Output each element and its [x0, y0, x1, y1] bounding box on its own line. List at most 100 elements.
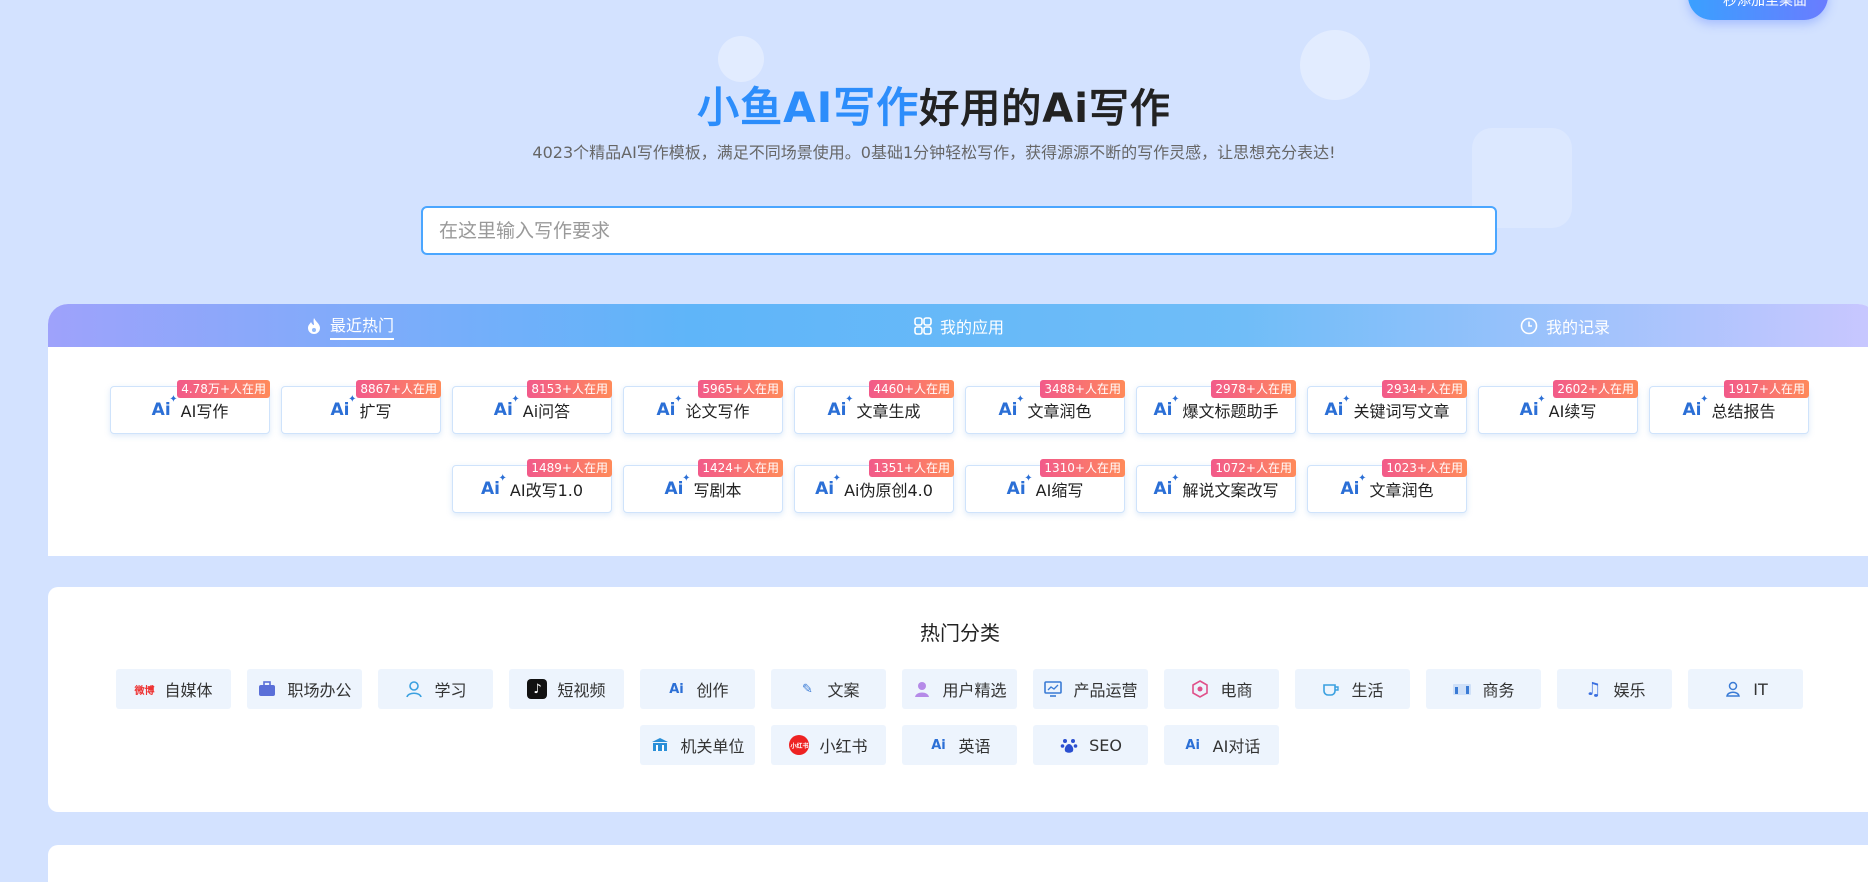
category-english[interactable]: Ai 英语	[902, 725, 1017, 765]
briefcase-icon	[257, 679, 277, 699]
category-it[interactable]: IT	[1688, 669, 1803, 709]
search-input[interactable]	[421, 206, 1497, 255]
usage-badge: 2602+人在用	[1553, 380, 1638, 398]
usage-badge: 1072+人在用	[1211, 459, 1296, 477]
category-label: AI对话	[1212, 737, 1261, 756]
ai-icon: Ai ✦	[330, 394, 357, 420]
category-study[interactable]: 学习	[378, 669, 493, 709]
ai-icon: Ai ✦	[151, 394, 178, 420]
category-ecommerce[interactable]: 电商	[1164, 669, 1279, 709]
category-label: SEO	[1089, 735, 1122, 755]
app-card[interactable]: Ai ✦ 解说文案改写 1072+人在用	[1136, 459, 1296, 513]
category-label: 电商	[1220, 681, 1253, 700]
app-card[interactable]: Ai ✦ 扩写 8867+人在用	[281, 380, 441, 434]
usage-badge: 5965+人在用	[698, 380, 783, 398]
app-card[interactable]: Ai ✦ Ai伪原创4.0 1351+人在用	[794, 459, 954, 513]
ai-icon: Ai ✦	[827, 394, 854, 420]
tab-my-apps[interactable]: 我的应用	[914, 304, 1004, 347]
tab-my-records[interactable]: 我的记录	[1520, 304, 1610, 347]
app-label: Ai问答	[522, 402, 571, 421]
app-panel: 最近热门 我的应用 我的记录 Ai ✦ AI写作 4.78万+人在用 Ai ✦ 扩写 886…	[48, 304, 1868, 556]
app-card[interactable]: Ai ✦ AI续写 2602+人在用	[1478, 380, 1638, 434]
ai-icon: Ai ✦	[1340, 473, 1367, 499]
category-short-video[interactable]: ♪ 短视频	[509, 669, 624, 709]
category-panel: 热门分类 微博 自媒体 职场办公 学习 ♪ 短视频 Ai 创作 ✎ 文案 用户精选 产品…	[48, 587, 1868, 812]
app-card[interactable]: Ai ✦ Ai问答 8153+人在用	[452, 380, 612, 434]
app-label: 文章生成	[856, 402, 921, 421]
category-office[interactable]: 职场办公	[247, 669, 362, 709]
app-label: 扩写	[359, 402, 392, 421]
category-label: 生活	[1351, 681, 1384, 700]
category-label: 用户精选	[942, 681, 1007, 700]
usage-badge: 4460+人在用	[869, 380, 954, 398]
usage-badge: 8153+人在用	[527, 380, 612, 398]
category-ai-chat[interactable]: Ai AI对话	[1164, 725, 1279, 765]
app-card[interactable]: Ai ✦ 论文写作 5965+人在用	[623, 380, 783, 434]
category-creation[interactable]: Ai 创作	[640, 669, 755, 709]
usage-badge: 4.78万+人在用	[177, 380, 270, 398]
category-life[interactable]: 生活	[1295, 669, 1410, 709]
add-to-desktop-button[interactable]: 一秒添加至桌面	[1688, 0, 1828, 20]
category-seo[interactable]: SEO	[1033, 725, 1148, 765]
app-card[interactable]: Ai ✦ 文章润色 3488+人在用	[965, 380, 1125, 434]
ai-icon: Ai	[931, 737, 946, 753]
app-label: 文章润色	[1027, 402, 1092, 421]
category-label: 自媒体	[164, 681, 213, 700]
category-label: 商务	[1482, 681, 1515, 700]
usage-badge: 1424+人在用	[698, 459, 783, 477]
ai-icon: Ai ✦	[998, 394, 1025, 420]
usage-badge: 8867+人在用	[356, 380, 441, 398]
usage-badge: 1351+人在用	[869, 459, 954, 477]
ai-icon: Ai ✦	[480, 473, 507, 499]
app-label: 总结报告	[1711, 402, 1776, 421]
ai-icon: Ai ✦	[1153, 394, 1180, 420]
ai-icon: Ai ✦	[1682, 394, 1709, 420]
category-xiaohongshu[interactable]: 小红书 小红书	[771, 725, 886, 765]
app-card[interactable]: Ai ✦ AI缩写 1310+人在用	[965, 459, 1125, 513]
app-card[interactable]: Ai ✦ 总结报告 1917+人在用	[1649, 380, 1809, 434]
category-business[interactable]: 商务	[1426, 669, 1541, 709]
tab-label: 我的记录	[1546, 317, 1611, 337]
app-card[interactable]: Ai ✦ 文章润色 1023+人在用	[1307, 459, 1467, 513]
grid-icon	[914, 316, 932, 335]
category-user-picks[interactable]: 用户精选	[902, 669, 1017, 709]
clock-icon	[1520, 317, 1538, 334]
app-label: 关键词写文章	[1353, 402, 1450, 421]
tab-bar: 最近热门 我的应用 我的记录	[48, 304, 1868, 347]
category-label: 产品运营	[1073, 681, 1138, 700]
app-label: 文章润色	[1369, 481, 1434, 500]
title-slogan: 好用的Ai写作	[919, 86, 1171, 132]
app-card[interactable]: Ai ✦ 爆文标题助手 2978+人在用	[1136, 380, 1296, 434]
tab-label: 最近热门	[330, 312, 395, 340]
tab-recent-hot[interactable]: 最近热门	[306, 304, 395, 347]
app-label: AI改写1.0	[509, 481, 584, 500]
app-card[interactable]: Ai ✦ AI写作 4.78万+人在用	[110, 380, 270, 434]
paw-icon	[1059, 735, 1079, 755]
category-government[interactable]: 机关单位	[640, 725, 755, 765]
app-card[interactable]: Ai ✦ AI改写1.0 1489+人在用	[452, 459, 612, 513]
xiaohongshu-icon: 小红书	[789, 735, 810, 755]
category-label: 娱乐	[1613, 681, 1646, 700]
user-icon	[912, 679, 932, 699]
ai-icon: Ai ✦	[656, 394, 683, 420]
app-card[interactable]: Ai ✦ 关键词写文章 2934+人在用	[1307, 380, 1467, 434]
category-label: 小红书	[819, 737, 868, 756]
category-label: 职场办公	[287, 681, 352, 700]
category-product-ops[interactable]: 产品运营	[1033, 669, 1148, 709]
category-label: 文案	[827, 681, 860, 700]
cup-icon	[1321, 679, 1341, 699]
category-copywriting[interactable]: ✎ 文案	[771, 669, 886, 709]
category-media[interactable]: 微博 自媒体	[116, 669, 231, 709]
ai-icon: Ai ✦	[815, 473, 842, 499]
category-label: 创作	[696, 681, 729, 700]
category-entertainment[interactable]: ♫ 娱乐	[1557, 669, 1672, 709]
media-logos-icon: 微博	[134, 685, 155, 697]
app-label: 论文写作	[685, 402, 750, 421]
section-title: 热门分类	[920, 621, 1000, 645]
engineer-icon	[1723, 679, 1743, 699]
app-card[interactable]: Ai ✦ 写剧本 1424+人在用	[623, 459, 783, 513]
ai-icon: Ai ✦	[1006, 473, 1033, 499]
app-card[interactable]: Ai ✦ 文章生成 4460+人在用	[794, 380, 954, 434]
tab-label: 我的应用	[940, 317, 1005, 337]
usage-badge: 2934+人在用	[1382, 380, 1467, 398]
